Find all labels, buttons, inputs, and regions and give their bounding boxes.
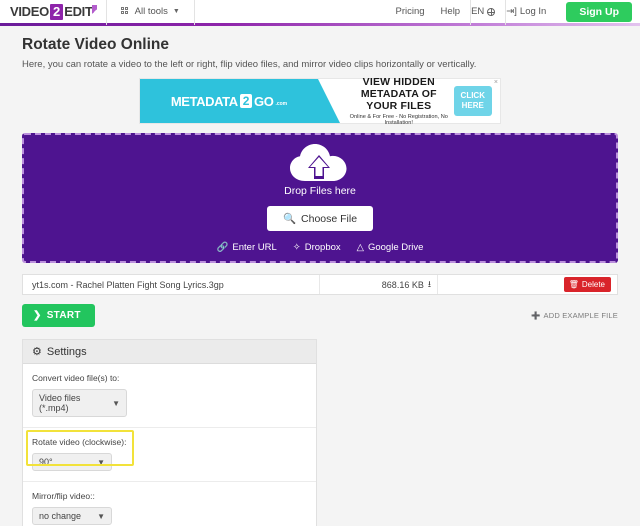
main-content: Drop Files here 🔍 Choose File 🔗 Enter UR… bbox=[0, 133, 640, 526]
ad-headline-2: METADATA OF YOUR FILES bbox=[360, 88, 437, 112]
globe-icon bbox=[487, 7, 496, 16]
cloud-upload-icon bbox=[289, 143, 351, 183]
google-drive-icon: △ bbox=[356, 242, 364, 253]
header-nav: Pricing Help bbox=[396, 6, 471, 17]
account-area: ⇥] Log In Sign Up bbox=[506, 1, 640, 22]
download-icon[interactable]: ⭳ bbox=[428, 277, 431, 293]
file-size-label: 868.16 KB bbox=[381, 279, 424, 290]
delete-button[interactable]: 🗑 Delete bbox=[563, 277, 611, 292]
ad-close-icon[interactable]: × bbox=[494, 79, 498, 86]
search-icon: 🔍 bbox=[282, 213, 297, 225]
ad-brand-panel: METADATA 2 GO .com bbox=[140, 79, 340, 123]
setting-convert-format: Convert video file(s) to: Video files (*… bbox=[23, 364, 316, 428]
page-header: Rotate Video Online Here, you can rotate… bbox=[0, 26, 640, 70]
choose-file-button[interactable]: 🔍 Choose File bbox=[266, 206, 374, 231]
source-google-drive-label: Google Drive bbox=[367, 242, 424, 253]
setting-convert-format-label: Convert video file(s) to: bbox=[32, 373, 120, 383]
file-row-spacer bbox=[438, 275, 564, 294]
ad-cta-line2: HERE bbox=[461, 101, 484, 110]
file-size-cell: 868.16 KB ⭳ bbox=[320, 275, 438, 294]
chevron-down-icon: ▼ bbox=[97, 511, 105, 521]
settings-title: Settings bbox=[46, 345, 87, 358]
ad-cta-button[interactable]: CLICK HERE bbox=[453, 86, 492, 116]
source-enter-url-label: Enter URL bbox=[232, 242, 277, 253]
language-switcher-wrap: EN bbox=[471, 6, 505, 17]
dropzone-label: Drop Files here bbox=[284, 185, 356, 197]
start-button-top-label: START bbox=[46, 310, 81, 321]
file-name: yt1s.com - Rachel Platten Fight Song Lyr… bbox=[23, 275, 320, 294]
link-icon: 🔗 bbox=[216, 242, 229, 253]
convert-format-value: Video files (*.mp4) bbox=[39, 393, 81, 413]
logo-corner-decoration bbox=[91, 5, 97, 18]
source-dropbox-label: Dropbox bbox=[304, 242, 341, 253]
add-example-file-button[interactable]: ➕ ADD EXAMPLE FILE bbox=[531, 311, 618, 320]
setting-mirror-flip-label: Mirror/flip video:: bbox=[32, 491, 95, 501]
plus-icon: ➕ bbox=[530, 311, 541, 320]
language-label: EN bbox=[471, 6, 485, 17]
ad-brand-tld: .com bbox=[275, 100, 288, 107]
advertisement-wrap: METADATA 2 GO .com VIEW HIDDEN METADATA … bbox=[0, 76, 640, 126]
ad-headline-1: VIEW HIDDEN bbox=[362, 76, 435, 88]
site-logo[interactable]: VIDEO 2 EDIT bbox=[0, 0, 107, 25]
choose-file-label: Choose File bbox=[301, 212, 358, 225]
all-tools-menu[interactable]: All tools ▼ bbox=[107, 0, 195, 25]
signup-button[interactable]: Sign Up bbox=[566, 1, 632, 22]
setting-mirror-flip: Mirror/flip video:: no change ▼ bbox=[23, 482, 316, 526]
chevron-down-icon: ▼ bbox=[172, 8, 180, 15]
ad-cta-line1: CLICK bbox=[460, 91, 485, 100]
ad-subline: Online & For Free - No Registration, No … bbox=[349, 114, 448, 126]
grid-icon bbox=[120, 7, 130, 16]
start-row: ❯ START ➕ ADD EXAMPLE FILE bbox=[22, 304, 618, 327]
language-switcher[interactable]: EN bbox=[471, 6, 496, 17]
login-arrow-icon: ⇥] bbox=[506, 6, 517, 17]
nav-pricing[interactable]: Pricing bbox=[396, 6, 425, 17]
all-tools-label: All tools bbox=[134, 6, 168, 17]
source-dropbox[interactable]: ✧ Dropbox bbox=[293, 242, 341, 253]
page-subtitle: Here, you can rotate a video to the left… bbox=[22, 59, 477, 70]
ad-brand: METADATA 2 GO .com bbox=[171, 94, 287, 109]
site-header: VIDEO 2 EDIT All tools ▼ Pricing Help EN ⇥… bbox=[0, 0, 640, 26]
upload-sources: 🔗 Enter URL ✧ Dropbox △ Google Drive bbox=[217, 242, 424, 253]
logo-text-part2: EDIT bbox=[64, 4, 93, 19]
convert-format-select[interactable]: Video files (*.mp4) ▼ bbox=[32, 389, 127, 417]
mirror-flip-value: no change bbox=[39, 511, 82, 521]
mirror-flip-select[interactable]: no change ▼ bbox=[32, 507, 112, 525]
delete-label: Delete bbox=[581, 280, 605, 289]
logo-text-part1: VIDEO bbox=[10, 4, 49, 19]
source-google-drive[interactable]: △ Google Drive bbox=[357, 242, 424, 253]
ad-brand-part1: METADATA bbox=[170, 93, 238, 109]
setting-rotate-video: Rotate video (clockwise): 90° ▼ bbox=[23, 428, 316, 482]
gear-icon: ⚙ bbox=[32, 346, 42, 358]
chevron-down-icon: ▼ bbox=[112, 398, 120, 408]
setting-rotate-video-label: Rotate video (clockwise): bbox=[32, 437, 127, 447]
ad-message-panel: VIEW HIDDEN METADATA OF YOUR FILES Onlin… bbox=[318, 76, 500, 126]
file-row: yt1s.com - Rachel Platten Fight Song Lyr… bbox=[22, 274, 618, 295]
page-title: Rotate Video Online bbox=[22, 36, 169, 53]
dropbox-icon: ✧ bbox=[292, 242, 301, 253]
settings-panel: ⚙ Settings Convert video file(s) to: Vid… bbox=[22, 339, 317, 526]
settings-header: ⚙ Settings bbox=[23, 340, 316, 364]
ad-brand-part2: GO bbox=[254, 93, 274, 109]
chevron-down-icon: ▼ bbox=[97, 457, 105, 467]
nav-help[interactable]: Help bbox=[441, 6, 461, 17]
source-enter-url[interactable]: 🔗 Enter URL bbox=[217, 242, 277, 253]
login-button[interactable]: ⇥] Log In bbox=[506, 6, 546, 17]
ad-brand-badge: 2 bbox=[239, 94, 252, 108]
advertisement-banner[interactable]: METADATA 2 GO .com VIEW HIDDEN METADATA … bbox=[140, 76, 500, 126]
add-example-file-label: ADD EXAMPLE FILE bbox=[543, 311, 618, 320]
start-button-top[interactable]: ❯ START bbox=[22, 304, 95, 327]
rotate-video-value: 90° bbox=[39, 457, 53, 467]
rotate-video-select[interactable]: 90° ▼ bbox=[32, 453, 112, 471]
page-root: VIDEO 2 EDIT All tools ▼ Pricing Help EN ⇥… bbox=[0, 0, 640, 526]
file-dropzone[interactable]: Drop Files here 🔍 Choose File 🔗 Enter UR… bbox=[22, 133, 618, 263]
trash-icon: 🗑 bbox=[568, 280, 579, 289]
chevron-right-icon: ❯ bbox=[33, 310, 42, 321]
login-label: Log In bbox=[519, 6, 547, 17]
logo-badge: 2 bbox=[49, 3, 64, 20]
ad-text: VIEW HIDDEN METADATA OF YOUR FILES Onlin… bbox=[344, 76, 454, 126]
file-delete-cell: 🗑 Delete bbox=[563, 277, 617, 292]
